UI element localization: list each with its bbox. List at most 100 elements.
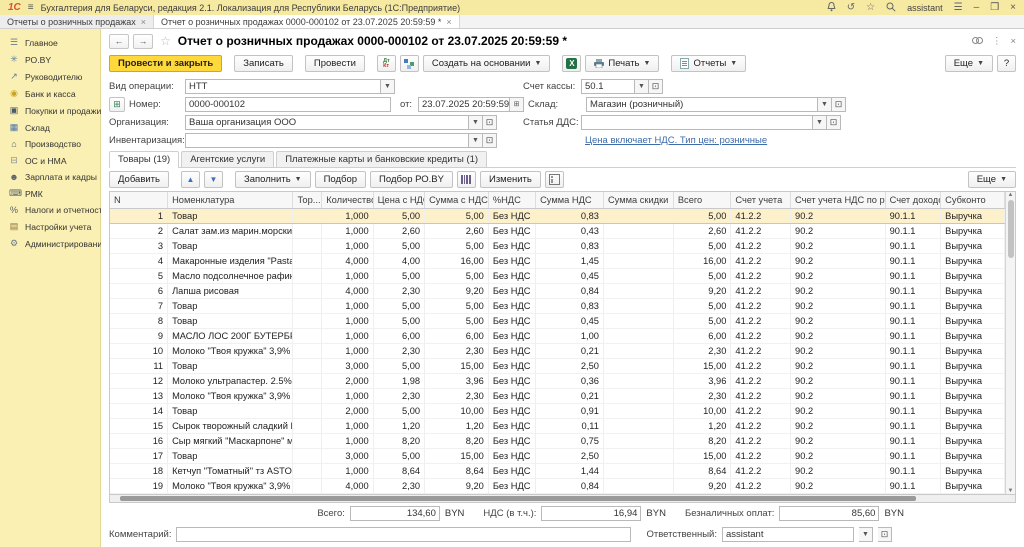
cell[interactable]: 8,20 bbox=[373, 433, 424, 448]
cell[interactable]: 90.1.1 bbox=[885, 223, 941, 238]
more-button-table[interactable]: Еще▼ bbox=[968, 171, 1016, 188]
cell[interactable]: Без НДС bbox=[488, 418, 535, 433]
tab-goods[interactable]: Товары (19) bbox=[109, 151, 179, 168]
cell[interactable] bbox=[293, 418, 322, 433]
column-header[interactable]: Субконто bbox=[941, 192, 1005, 208]
table-row[interactable]: 1Товар1,0005,005,00Без НДС0,835,0041.2.2… bbox=[110, 208, 1005, 223]
cell[interactable]: 3,000 bbox=[322, 448, 373, 463]
sidebar-item-warehouse[interactable]: ▦Склад bbox=[0, 119, 100, 136]
cell[interactable]: Выручка bbox=[941, 418, 1005, 433]
cell[interactable]: 15,00 bbox=[673, 358, 731, 373]
cell[interactable]: Без НДС bbox=[488, 298, 535, 313]
cell[interactable]: 2,30 bbox=[373, 343, 424, 358]
cell[interactable]: 0,43 bbox=[536, 223, 604, 238]
cell[interactable]: 11 bbox=[110, 358, 168, 373]
cell[interactable] bbox=[603, 253, 673, 268]
cell[interactable]: Сыр мягкий "Маскарпоне" мдж 78%, 50... bbox=[168, 433, 293, 448]
cell[interactable]: 9,20 bbox=[425, 478, 489, 493]
responsible-field[interactable]: assistant bbox=[722, 527, 854, 542]
cell[interactable]: Товар bbox=[168, 448, 293, 463]
table-row[interactable]: 7Товар1,0005,005,00Без НДС0,835,0041.2.2… bbox=[110, 298, 1005, 313]
sidebar-item-pos-register[interactable]: ⌨РМК bbox=[0, 185, 100, 202]
cell[interactable]: 0,45 bbox=[536, 268, 604, 283]
cell[interactable]: Выручка bbox=[941, 463, 1005, 478]
column-header[interactable]: %НДС bbox=[488, 192, 535, 208]
column-header[interactable]: Номенклатура bbox=[168, 192, 293, 208]
column-header[interactable]: N bbox=[110, 192, 168, 208]
table-row[interactable]: 12Молоко ультрапастер. 2.5% бут.ПЭТ 1,4.… bbox=[110, 373, 1005, 388]
cell[interactable]: 5,00 bbox=[673, 298, 731, 313]
cell[interactable]: Молоко "Твоя кружка" 3,9% ультрапасте... bbox=[168, 343, 293, 358]
form-close-icon[interactable]: × bbox=[1010, 36, 1016, 47]
cell[interactable]: Выручка bbox=[941, 268, 1005, 283]
cell[interactable]: 9,20 bbox=[673, 478, 731, 493]
create-based-on-button[interactable]: Создать на основании▼ bbox=[423, 55, 551, 72]
pick-po-by-button[interactable]: Подбор РО.BY bbox=[370, 171, 453, 188]
cell[interactable]: 5,00 bbox=[673, 313, 731, 328]
cell[interactable]: 2,50 bbox=[536, 358, 604, 373]
cell[interactable]: 41.2.2 bbox=[731, 433, 791, 448]
cell[interactable]: 90.1.1 bbox=[885, 238, 941, 253]
document-structure-button[interactable] bbox=[400, 55, 419, 72]
cell[interactable]: 1,000 bbox=[322, 208, 373, 223]
cell[interactable]: Салат зам.из марин.морских водоросле... bbox=[168, 223, 293, 238]
table-row[interactable]: 10Молоко "Твоя кружка" 3,9% ультрапасте.… bbox=[110, 343, 1005, 358]
post-button[interactable]: Провести bbox=[305, 55, 365, 72]
cell[interactable]: Без НДС bbox=[488, 343, 535, 358]
cell[interactable]: 2,30 bbox=[373, 478, 424, 493]
cell[interactable] bbox=[293, 403, 322, 418]
cell[interactable]: 41.2.2 bbox=[731, 418, 791, 433]
cell[interactable]: 90.1.1 bbox=[885, 208, 941, 223]
cell[interactable] bbox=[293, 388, 322, 403]
cell[interactable]: Выручка bbox=[941, 283, 1005, 298]
cell[interactable]: Молоко ультрапастер. 2.5% бут.ПЭТ 1,4... bbox=[168, 373, 293, 388]
form-menu-icon[interactable]: ⋮ bbox=[992, 36, 1002, 47]
cell[interactable]: Без НДС bbox=[488, 238, 535, 253]
sidebar-item-home-menu[interactable]: ☰Главное bbox=[0, 34, 100, 51]
more-button-top[interactable]: Еще▼ bbox=[945, 55, 993, 72]
cell[interactable]: 41.2.2 bbox=[731, 313, 791, 328]
cell[interactable]: 0,91 bbox=[536, 403, 604, 418]
cell[interactable]: 41.2.2 bbox=[731, 403, 791, 418]
cell[interactable]: 12 bbox=[110, 373, 168, 388]
cell[interactable]: 90.2 bbox=[791, 283, 886, 298]
cell[interactable]: 41.2.2 bbox=[731, 358, 791, 373]
cell[interactable] bbox=[603, 208, 673, 223]
cell[interactable]: Без НДС bbox=[488, 403, 535, 418]
cell[interactable]: 90.1.1 bbox=[885, 298, 941, 313]
cell[interactable]: 3,96 bbox=[425, 373, 489, 388]
column-header[interactable]: Счет доходов bbox=[885, 192, 941, 208]
sidebar-item-manager-chart[interactable]: ↗Руководителю bbox=[0, 68, 100, 85]
write-button[interactable]: Записать bbox=[234, 55, 293, 72]
cell[interactable]: 5,00 bbox=[373, 238, 424, 253]
cell[interactable]: 0,21 bbox=[536, 388, 604, 403]
cell[interactable]: 1,20 bbox=[425, 418, 489, 433]
cell[interactable]: 7 bbox=[110, 298, 168, 313]
cell[interactable]: 15,00 bbox=[425, 448, 489, 463]
cell[interactable]: 90.1.1 bbox=[885, 403, 941, 418]
cell[interactable]: 9,20 bbox=[673, 283, 731, 298]
dropdown-icon[interactable]: ▼ bbox=[469, 115, 483, 130]
cell[interactable]: 4,000 bbox=[322, 478, 373, 493]
open-icon[interactable]: ⊡ bbox=[483, 133, 497, 148]
cell[interactable] bbox=[603, 328, 673, 343]
cell[interactable] bbox=[293, 433, 322, 448]
cell[interactable]: 2,30 bbox=[373, 388, 424, 403]
cell[interactable]: 10,00 bbox=[673, 403, 731, 418]
cell[interactable] bbox=[603, 358, 673, 373]
cell[interactable]: 2,60 bbox=[425, 223, 489, 238]
cell[interactable] bbox=[293, 343, 322, 358]
cell[interactable]: 90.2 bbox=[791, 433, 886, 448]
date-field[interactable]: 23.07.2025 20:59:59 bbox=[418, 97, 510, 112]
cell[interactable]: 4,000 bbox=[322, 283, 373, 298]
search-icon[interactable] bbox=[886, 2, 896, 14]
cell[interactable]: 90.2 bbox=[791, 208, 886, 223]
cell[interactable]: 90.2 bbox=[791, 373, 886, 388]
cell[interactable]: 41.2.2 bbox=[731, 268, 791, 283]
sidebar-item-fixed-assets-truck[interactable]: ⊟ОС и НМА bbox=[0, 152, 100, 169]
cell[interactable] bbox=[603, 238, 673, 253]
cell[interactable]: 4,000 bbox=[322, 253, 373, 268]
cell[interactable]: 8,20 bbox=[673, 433, 731, 448]
cell[interactable]: Выручка bbox=[941, 448, 1005, 463]
cell[interactable]: Выручка bbox=[941, 313, 1005, 328]
